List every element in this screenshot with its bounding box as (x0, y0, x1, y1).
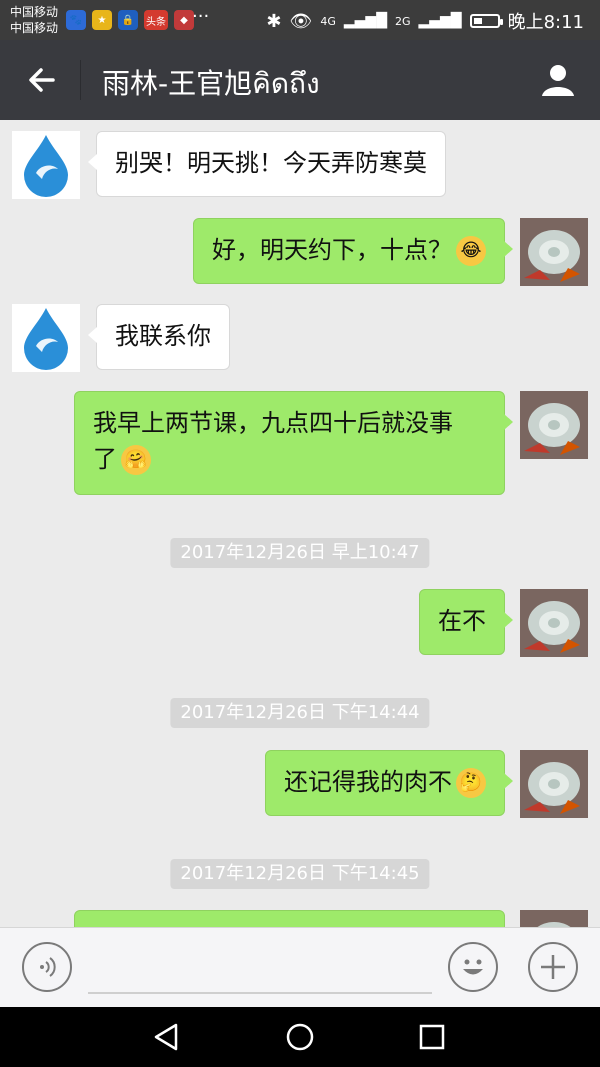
emoji-button[interactable] (448, 942, 498, 992)
self-avatar[interactable] (520, 391, 588, 459)
nav-recents-button[interactable] (414, 1019, 450, 1055)
message-bubble-sent[interactable]: 好，明天约下，十点？ 😂 (193, 218, 513, 284)
contact-avatar[interactable] (12, 304, 80, 372)
message-text: 别哭！明天挑！今天弄防寒莫 (115, 149, 427, 177)
network-2g: 2G (394, 14, 411, 28)
self-avatar[interactable] (520, 750, 588, 818)
input-bar (0, 927, 600, 1008)
message-text-line-1: 我早上两节课，九点四十后就没事 (93, 409, 453, 437)
system-nav-bar (0, 1007, 600, 1067)
message-text: 在不 (438, 607, 486, 635)
message-bubble-received[interactable]: 别哭！明天挑！今天弄防寒莫 (88, 131, 446, 197)
square-recents-icon (419, 1024, 445, 1050)
succulent-avatar-icon (520, 391, 588, 459)
toutiao-icon: 头条 (144, 10, 168, 30)
network-4g: 4G (320, 14, 336, 28)
succulent-avatar-icon (520, 750, 588, 818)
header-divider (80, 60, 81, 100)
back-button[interactable] (22, 60, 62, 100)
hug-emoji-icon: 🤗 (121, 445, 151, 475)
voice-icon (40, 957, 56, 977)
self-avatar[interactable] (520, 589, 588, 657)
message-text: 我联系你 (115, 322, 211, 350)
carrier-info: 中国移动 中国移动 (10, 4, 58, 36)
water-drop-icon (24, 308, 68, 370)
baidu-icon: 🐾 (66, 10, 86, 30)
timestamp: 2017年12月26日 下午14:44 (170, 698, 430, 728)
message-list[interactable]: 别哭！明天挑！今天弄防寒莫 好，明天约下，十点？ 😂 我联系你 我早上两节课，九… (0, 120, 600, 927)
status-bar: 中国移动 中国移动 🐾 ★ 🔒 头条 ◆ ··· ✱ 👁 4G ▂▄▆█ 2G … (0, 0, 600, 40)
message-text: 好，明天约下，十点？ (212, 236, 452, 264)
signal-icon: ▂▄▆█ (343, 13, 387, 29)
voice-input-button[interactable] (22, 942, 72, 992)
thinking-emoji-icon: 🤔 (456, 768, 486, 798)
chat-header: 雨林-王官旭คิดถึง (0, 40, 600, 120)
person-icon (542, 65, 574, 96)
circle-home-icon (286, 1023, 314, 1051)
lock-icon: 🔒 (118, 10, 138, 30)
signal-icon-2: ▂▄▆█ (418, 13, 462, 29)
succulent-avatar-icon (520, 589, 588, 657)
battery-icon (469, 14, 503, 28)
message-text: 还记得我的肉不 (284, 768, 452, 796)
message-bubble-sent[interactable]: 还记得我的肉不 🤔 (265, 750, 513, 816)
toutiao-label: 头条 (146, 16, 166, 28)
back-arrow-icon (29, 68, 55, 92)
system-indicators: ✱ 👁 4G ▂▄▆█ 2G ▂▄▆█ 晚上8:11 (266, 8, 584, 34)
message-bubble-sent[interactable]: 在不 (419, 589, 513, 655)
plus-icon (541, 955, 565, 979)
laugh-cry-emoji-icon: 😂 (456, 236, 486, 266)
self-avatar[interactable] (520, 218, 588, 286)
eye-icon: 👁 (289, 10, 313, 32)
chat-title: 雨林-王官旭คิดถึง (102, 67, 320, 100)
timestamp: 2017年12月26日 下午14:45 (170, 859, 430, 889)
carrier-1: 中国移动 (10, 5, 59, 19)
more-actions-button[interactable] (528, 942, 578, 992)
message-bubble-sent[interactable]: 我早上两节课，九点四十后就没事 了 🤗 (74, 391, 513, 495)
triangle-back-icon (154, 1023, 178, 1051)
carrier-2: 中国移动 (10, 21, 59, 35)
star-icon: ★ (92, 10, 112, 30)
message-text-line-2: 了 (93, 445, 117, 473)
notification-icons: 🐾 ★ 🔒 头条 ◆ (66, 10, 194, 30)
smiley-icon (463, 959, 483, 975)
contact-avatar[interactable] (12, 131, 80, 199)
red-app-icon: ◆ (174, 10, 194, 30)
chat-info-button[interactable] (538, 60, 578, 100)
bluetooth-icon: ✱ (266, 10, 282, 32)
self-avatar[interactable] (520, 910, 588, 927)
more-notifications: ··· (192, 6, 210, 27)
message-bubble-received[interactable]: 我联系你 (88, 304, 230, 370)
nav-home-button[interactable] (282, 1019, 318, 1055)
clock: 晚上8:11 (507, 12, 584, 33)
succulent-avatar-icon (520, 910, 588, 927)
water-drop-icon (24, 135, 68, 197)
message-input[interactable] (88, 992, 432, 994)
nav-back-button[interactable] (148, 1019, 184, 1055)
succulent-avatar-icon (520, 218, 588, 286)
timestamp: 2017年12月26日 早上10:47 (170, 538, 430, 568)
message-bubble-sent-partial[interactable] (74, 910, 505, 927)
